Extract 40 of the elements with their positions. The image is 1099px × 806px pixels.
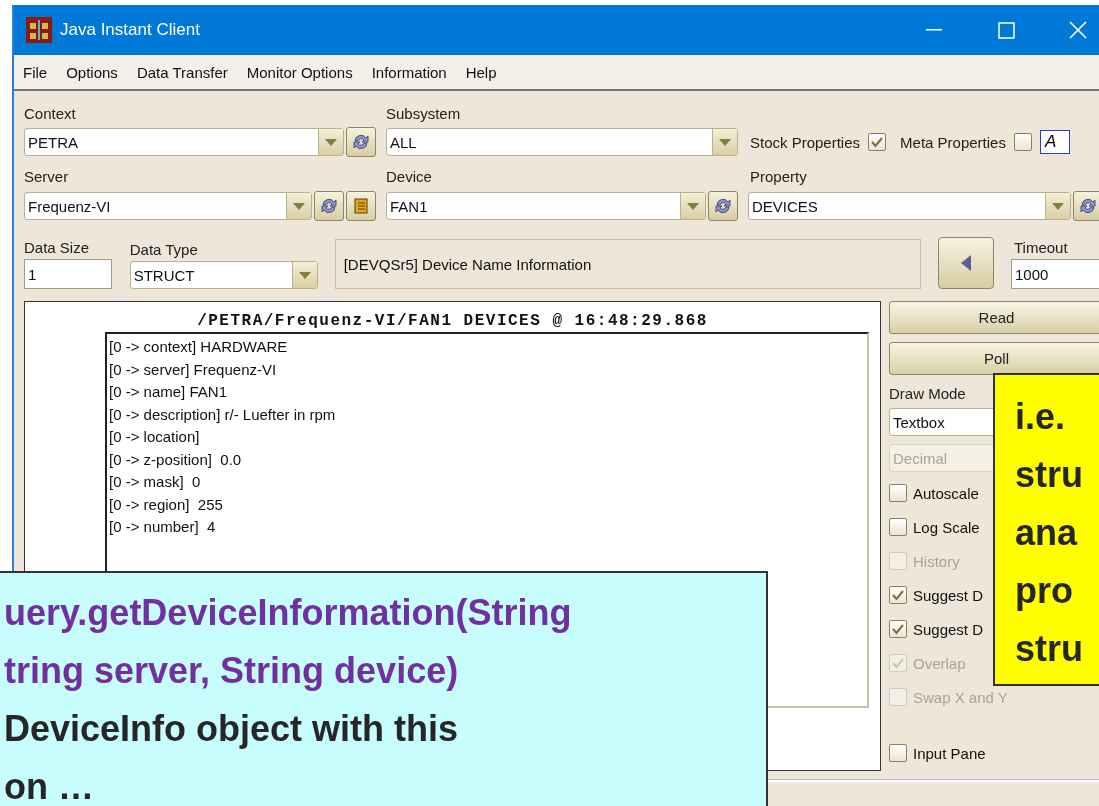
callout-text: on … [4, 765, 95, 806]
callout-text: DeviceInfo object with this [4, 707, 460, 751]
checkbox-label: Swap X and Y [913, 688, 1008, 706]
callout-text: stru [1015, 453, 1084, 497]
field-label: Draw Mode [889, 385, 967, 402]
callout-text: tring server, String device) [4, 649, 460, 693]
callout-text: i.e. [1015, 395, 1067, 439]
callout-text: pro [1015, 569, 1074, 613]
callout-text: uery.getDeviceInformation(String [4, 591, 573, 635]
output-line: [0 -> z-position] 0.0 [109, 449, 243, 470]
callout-text: ana [1015, 511, 1079, 555]
field-label: Subsystem [386, 104, 461, 122]
checkbox-label: Autoscale [913, 484, 979, 502]
callout-text: stru [1015, 627, 1084, 671]
field-label: Device [386, 167, 433, 185]
checkbox-label: Suggest D [913, 620, 984, 638]
output-line: [0 -> number] 4 [109, 517, 217, 537]
output-line: [0 -> region] 255 [109, 494, 224, 515]
window-title: Java Instant Client [60, 20, 201, 40]
output-line: [0 -> context] HARDWARE [109, 337, 289, 357]
checkbox-label: Meta Properties [900, 133, 1006, 151]
output-line: [0 -> description] r/- Luefter in rpm [109, 404, 337, 425]
field-label: Data Type [129, 241, 199, 258]
checkbox-label: Suggest D [913, 586, 984, 604]
field-label: Property [750, 167, 807, 185]
field-label: Context [24, 104, 77, 122]
field-label: Timeout [1014, 239, 1069, 256]
output-header: /PETRA/Frequenz-VI/FAN1 DEVICES @ 16:48:29.868 [197, 312, 708, 330]
checkbox-label: Stock Properties [750, 133, 861, 151]
checkbox-label: Overlap [913, 654, 966, 672]
field-label: Data Size [24, 239, 91, 256]
output-line: [0 -> name] FAN1 [109, 382, 228, 402]
output-line: [0 -> server] Frequenz-VI [109, 359, 278, 380]
output-line: [0 -> mask] 0 [109, 472, 202, 492]
checkbox-label: Input Pane [913, 744, 986, 762]
checkbox-label: History [913, 552, 960, 570]
info-text: [DEVQSr5] Device Name Information [334, 239, 922, 289]
field-label: Server [24, 167, 70, 185]
checkbox-label: Log Scale [913, 518, 980, 536]
output-line: [0 -> location] [109, 427, 201, 447]
